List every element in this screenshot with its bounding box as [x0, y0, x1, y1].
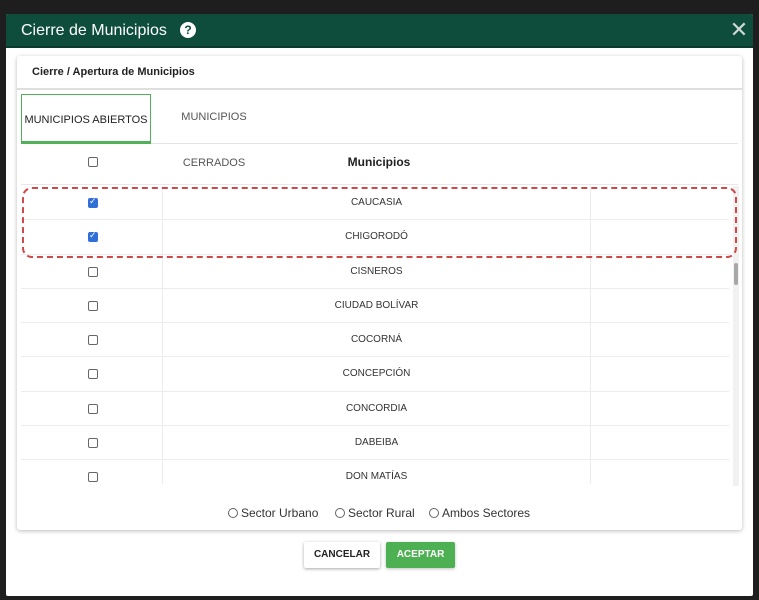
select-all-checkbox[interactable] [88, 157, 98, 167]
municipio-name: CONCORDIA [163, 391, 591, 426]
radio-label: Sector Urbano [241, 506, 319, 520]
modal-header: Cierre de Municipios ? ✕ [6, 14, 753, 48]
empty-cell [591, 289, 729, 322]
row-checkbox[interactable] [88, 266, 98, 277]
scrollbar-thumb[interactable] [734, 263, 738, 285]
card-header: Cierre / Apertura de Municipios [17, 56, 742, 90]
municipios-modal: Cierre de Municipios ? ✕ Cierre / Apertu… [6, 14, 753, 596]
checkbox-cell [21, 288, 163, 323]
municipio-name: CISNEROS [163, 254, 591, 288]
municipios-card: Cierre / Apertura de Municipios MUNICIPI… [17, 56, 742, 530]
municipio-name: COCORNÁ [163, 323, 591, 357]
empty-cell [591, 220, 729, 253]
card-title: Cierre / Apertura de Municipios [32, 66, 195, 78]
modal-title: Cierre de Municipios [21, 22, 167, 39]
table-row: CONCORDIA [21, 391, 729, 427]
row-checkbox[interactable] [88, 438, 98, 449]
accept-button[interactable]: ACEPTAR [386, 542, 455, 568]
cancel-button[interactable]: CANCELAR [304, 542, 380, 568]
radio-label: Sector Rural [348, 506, 415, 520]
empty-cell [591, 186, 729, 219]
checkbox-cell [21, 391, 163, 426]
table-row: CIUDAD BOLÍVAR [21, 288, 729, 324]
row-checkbox[interactable] [88, 300, 98, 311]
column-header-municipios: Municipios [347, 155, 411, 169]
table-row: DABEIBA [21, 426, 729, 461]
municipio-name: CONCEPCIÓN [163, 357, 591, 391]
empty-cell [591, 460, 729, 484]
table-row: CONCEPCIÓN [21, 357, 729, 392]
municipios-table-body[interactable]: CAUCASIA CHIGORODÓ CISNEROS CIUDAD BOLÍV… [21, 186, 736, 484]
table-scrollbar[interactable] [733, 186, 739, 486]
table-row: COCORNÁ [21, 323, 729, 358]
table-row: CHIGORODÓ [21, 220, 729, 255]
municipio-name: CHIGORODÓ [163, 220, 591, 254]
table-row: CISNEROS [21, 254, 729, 289]
table-row: CAUCASIA [21, 186, 729, 221]
checkbox-cell [21, 254, 163, 288]
checkbox-cell [21, 220, 163, 254]
checkbox-cell [21, 460, 163, 484]
close-icon[interactable]: ✕ [729, 17, 749, 43]
row-checkbox[interactable] [88, 472, 98, 483]
empty-cell [591, 357, 729, 390]
tab-municipios-cerrados[interactable]: MUNICIPIOS CERRADOS [151, 94, 277, 169]
municipio-name: DON MATÍAS [163, 460, 591, 484]
radio-button[interactable] [335, 508, 345, 518]
row-checkbox[interactable] [88, 335, 98, 346]
municipio-name: CIUDAD BOLÍVAR [163, 288, 591, 323]
empty-cell [591, 255, 729, 288]
empty-cell [591, 392, 729, 425]
checkbox-cell [21, 426, 163, 460]
municipio-name: DABEIBA [163, 426, 591, 460]
radio-button[interactable] [228, 508, 238, 518]
row-checkbox[interactable] [88, 369, 98, 380]
empty-cell [591, 323, 729, 356]
checkbox-cell [21, 186, 163, 220]
radio-button[interactable] [429, 508, 439, 518]
empty-cell [591, 426, 729, 459]
checkbox-cell [21, 357, 163, 391]
checkbox-cell [21, 323, 163, 357]
tab-bar: MUNICIPIOS ABIERTOS MUNICIPIOS CERRADOS [21, 94, 738, 169]
municipio-name: CAUCASIA [163, 186, 591, 220]
row-checkbox[interactable] [88, 230, 98, 243]
table-row: DON MATÍAS [21, 460, 729, 484]
tab-municipios-abiertos[interactable]: MUNICIPIOS ABIERTOS [21, 94, 151, 144]
help-icon[interactable]: ? [180, 22, 196, 38]
radio-label: Ambos Sectores [442, 506, 531, 520]
table-header: Municipios [21, 145, 738, 185]
row-checkbox[interactable] [88, 403, 98, 414]
row-checkbox[interactable] [88, 196, 98, 208]
